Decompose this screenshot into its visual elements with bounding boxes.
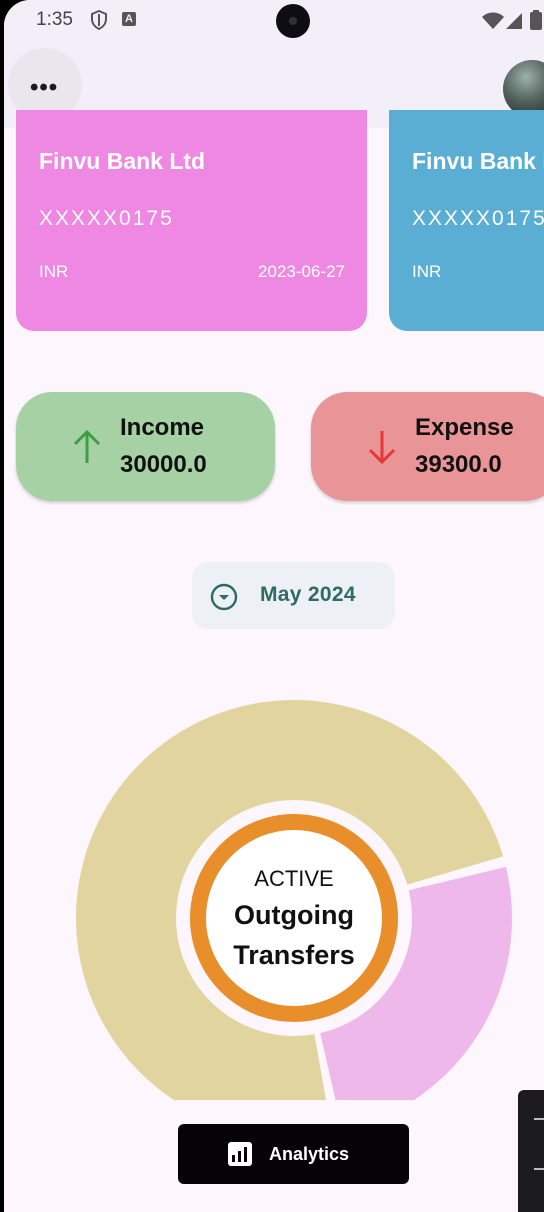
bank-name: Finvu Bank Ltd — [412, 148, 544, 174]
chart-center-title-line1: Outgoing — [234, 900, 354, 930]
account-number: XXXXX0175 — [39, 207, 174, 230]
bank-card[interactable]: Finvu Bank Ltd XXXXX0175 INR 2023-06-27 — [16, 110, 367, 331]
month-label: May 2024 — [260, 583, 356, 606]
transfers-chart: ACTIVE Outgoing Transfers — [4, 660, 544, 1100]
card-date: 2023-06-27 — [258, 262, 345, 281]
chart-center-title-line2: Transfers — [233, 940, 355, 970]
wifi-icon — [482, 12, 504, 29]
month-selector[interactable]: May 2024 — [192, 562, 395, 629]
edge-panel-handle[interactable] — [518, 1090, 544, 1212]
expense-label: Expense — [415, 414, 514, 441]
bar-chart-icon — [228, 1142, 252, 1166]
bank-card[interactable]: Finvu Bank Ltd XXXXX0175 INR — [389, 110, 544, 331]
status-bar: 1:35 A — [4, 0, 544, 44]
camera-cutout — [276, 4, 310, 38]
account-number: XXXXX0175 — [412, 207, 544, 230]
analytics-label: Analytics — [269, 1144, 350, 1164]
app-screen: 1:35 A ••• Finvu Bank Ltd XXXXX0175 INR … — [4, 0, 544, 1212]
currency: INR — [412, 262, 442, 281]
income-amount: 30000.0 — [120, 451, 207, 478]
battery-icon — [530, 12, 542, 30]
a-badge-icon: A — [122, 12, 136, 26]
arrow-up-icon — [73, 429, 101, 463]
income-label: Income — [120, 414, 205, 441]
chart-center-status: ACTIVE — [254, 866, 334, 891]
bank-name: Finvu Bank Ltd — [39, 148, 206, 174]
currency: INR — [39, 262, 69, 281]
more-horiz-icon: ••• — [30, 74, 59, 101]
status-time: 1:35 — [36, 9, 73, 30]
shield-icon — [91, 10, 107, 30]
expense-amount: 39300.0 — [415, 451, 502, 478]
signal-icon — [506, 13, 522, 29]
expense-summary[interactable]: Expense 39300.0 — [311, 392, 544, 501]
analytics-button[interactable]: Analytics — [178, 1124, 409, 1184]
status-icons — [482, 10, 542, 30]
income-summary[interactable]: Income 30000.0 — [16, 392, 275, 501]
arrow-down-icon — [368, 431, 396, 465]
chevron-down-circle-icon — [210, 583, 238, 611]
